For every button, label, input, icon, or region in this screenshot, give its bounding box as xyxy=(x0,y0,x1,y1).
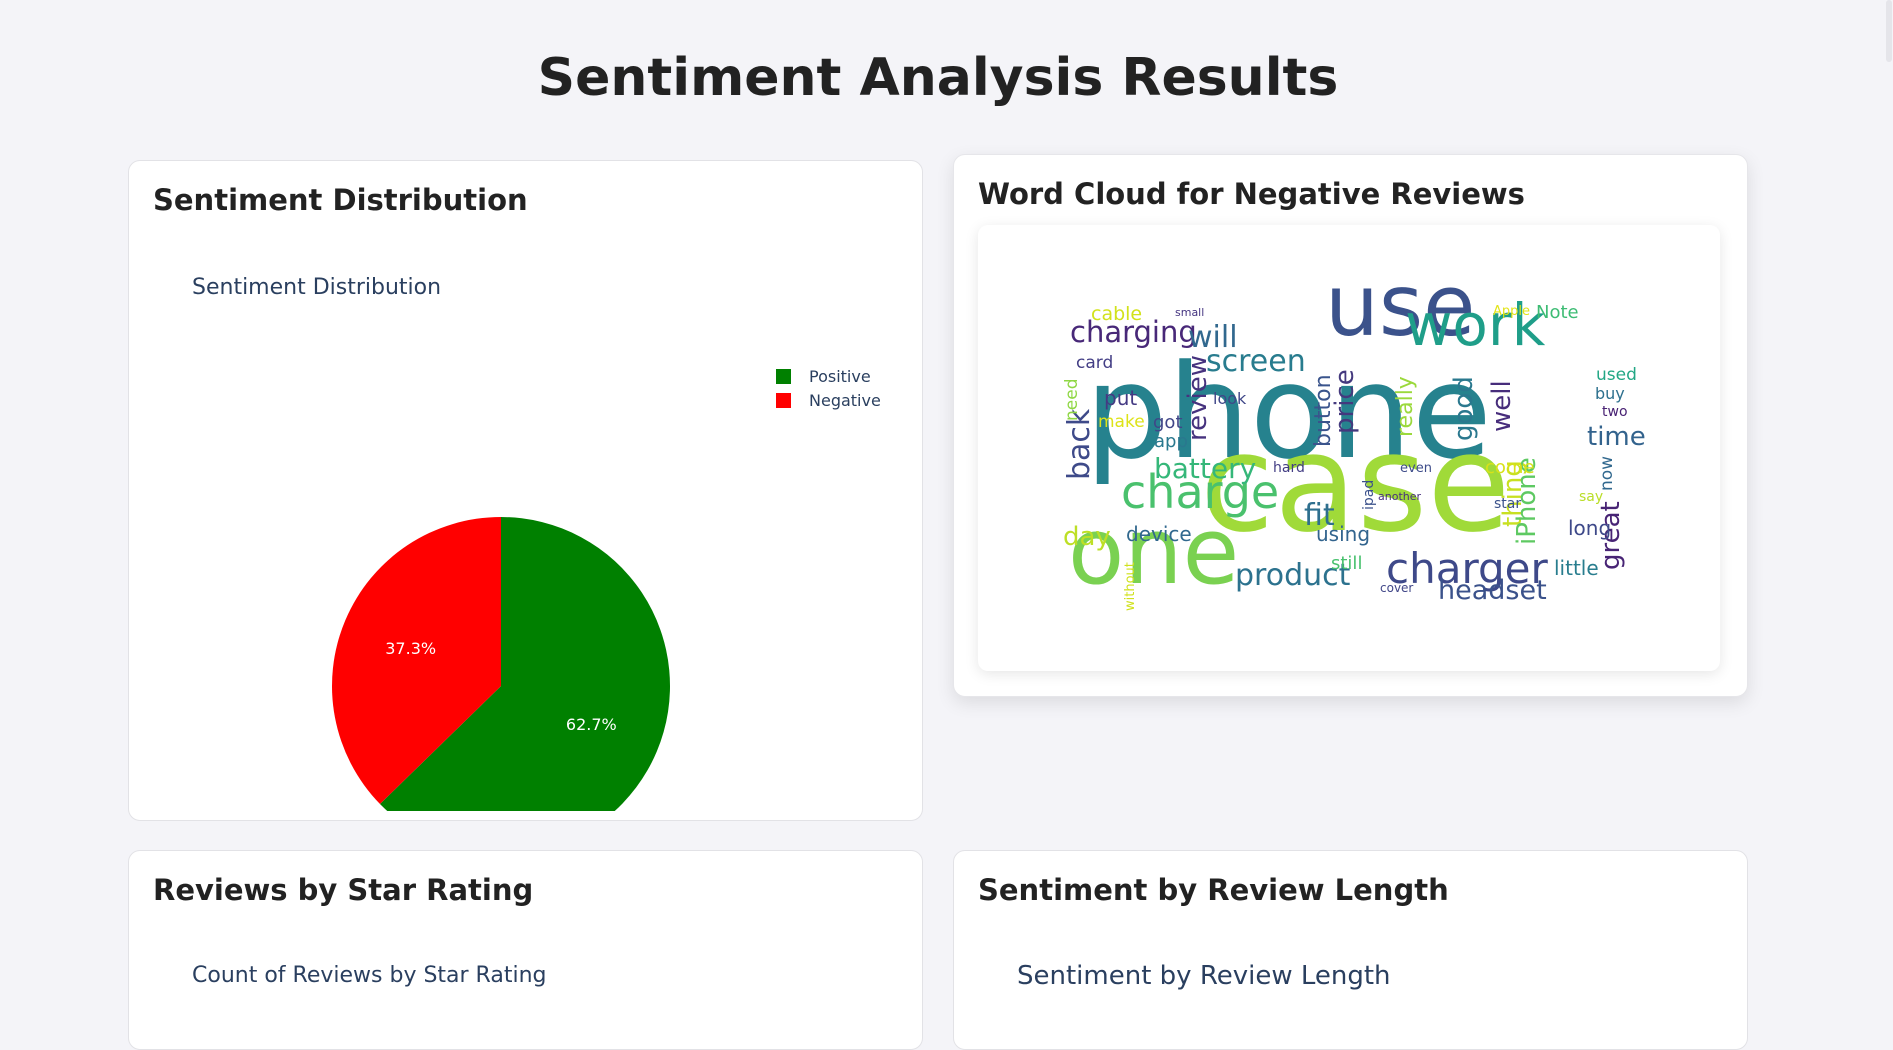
word-cloud-image: phonecaseuseoneworkchargechargercharging… xyxy=(1062,257,1646,611)
word-cloud-word: review xyxy=(1183,355,1213,441)
word-cloud-panel: phone case use one work charge charger charging… xyxy=(978,225,1720,671)
word-cloud-word: device xyxy=(1126,522,1192,546)
legend-label: Negative xyxy=(809,390,881,410)
word-cloud-word: work xyxy=(1405,291,1546,359)
word-cloud-word: buy xyxy=(1595,384,1625,403)
word-cloud-word: used xyxy=(1596,365,1637,385)
word-cloud-word: look xyxy=(1213,389,1247,408)
word-cloud-word: need xyxy=(1062,379,1082,421)
word-cloud-word: headset xyxy=(1438,575,1547,606)
word-cloud-word: card xyxy=(1076,353,1113,373)
word-cloud-word: star xyxy=(1494,496,1521,512)
word-cloud-word: without xyxy=(1123,562,1138,611)
word-cloud-word: really xyxy=(1393,376,1418,437)
word-cloud-word: Apple xyxy=(1493,304,1530,319)
word-cloud-word: time xyxy=(1587,422,1646,452)
word-cloud-word: battery xyxy=(1154,452,1256,485)
word-cloud-word: good xyxy=(1449,376,1479,441)
legend-item-negative[interactable]: Negative xyxy=(776,388,881,412)
word-cloud-word: using xyxy=(1316,522,1370,546)
pie-value-label: 62.7% xyxy=(566,715,617,734)
review-length-card: Sentiment by Review Length Sentiment by … xyxy=(953,850,1748,1050)
legend-label: Positive xyxy=(809,366,871,386)
word-cloud-word: little xyxy=(1554,556,1599,580)
word-cloud-word: make xyxy=(1098,412,1145,432)
word-cloud-word: ipad xyxy=(1361,480,1377,510)
word-cloud-word: app xyxy=(1154,431,1188,452)
word-cloud-word: day xyxy=(1063,522,1111,552)
card-heading: Sentiment by Review Length xyxy=(978,873,1449,907)
word-cloud-word: cable xyxy=(1091,303,1142,325)
word-cloud-word: put xyxy=(1104,386,1137,410)
word-cloud-card: Word Cloud for Negative Reviews phone cas… xyxy=(953,154,1748,697)
chart-legend: Positive Negative xyxy=(776,364,881,412)
sentiment-distribution-card: Sentiment Distribution Sentiment Distrib… xyxy=(128,160,923,821)
word-cloud-word: well xyxy=(1487,380,1517,432)
plot-title: Count of Reviews by Star Rating xyxy=(192,963,547,988)
page-title: Sentiment Analysis Results xyxy=(537,48,1339,108)
word-cloud-word: got xyxy=(1153,412,1183,433)
word-cloud-word: still xyxy=(1331,553,1362,574)
word-cloud-word: cover xyxy=(1380,581,1413,595)
word-cloud-word: now xyxy=(1597,456,1617,491)
word-cloud-word: small xyxy=(1175,306,1204,319)
legend-item-positive[interactable]: Positive xyxy=(776,364,881,388)
card-heading: Reviews by Star Rating xyxy=(153,873,534,907)
word-cloud-word: screen xyxy=(1206,344,1306,379)
word-cloud-word: another xyxy=(1378,490,1421,503)
scrollbar-track[interactable] xyxy=(1876,0,1893,1005)
word-cloud-word: two xyxy=(1602,404,1628,420)
word-cloud-word: button xyxy=(1311,374,1336,447)
legend-swatch xyxy=(776,392,791,408)
star-rating-card: Reviews by Star Rating Count of Reviews … xyxy=(128,850,923,1050)
word-cloud-word: say xyxy=(1579,489,1603,505)
word-cloud-word: hard xyxy=(1273,460,1305,476)
plot-title: Sentiment Distribution xyxy=(192,275,442,300)
word-cloud-word: even xyxy=(1400,461,1432,476)
card-heading: Sentiment Distribution xyxy=(153,183,528,217)
plot-title: Sentiment by Review Length xyxy=(1017,961,1391,991)
word-cloud-word: long xyxy=(1568,516,1611,540)
word-cloud-word: Note xyxy=(1536,302,1579,323)
pie-value-label: 37.3% xyxy=(385,639,436,658)
legend-swatch xyxy=(776,368,791,384)
scrollbar-thumb[interactable] xyxy=(1886,0,1892,62)
card-heading: Word Cloud for Negative Reviews xyxy=(978,177,1525,211)
word-cloud-word: come xyxy=(1485,457,1535,478)
